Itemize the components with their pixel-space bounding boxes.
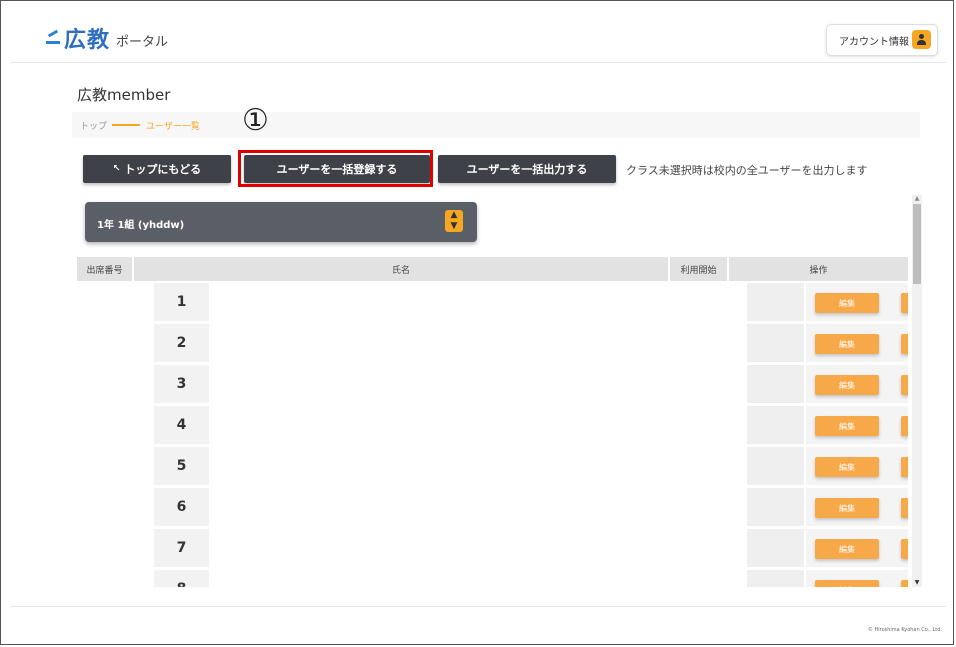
class-select[interactable]: 1年 1組 (yhddw) ▲ ▼ <box>85 202 477 242</box>
sort-icon[interactable]: ▲ ▼ <box>445 210 463 232</box>
cell-start <box>747 570 804 587</box>
highlight-box <box>238 150 433 187</box>
password-button[interactable]: パスワード <box>901 580 908 587</box>
cell-start <box>747 283 804 321</box>
breadcrumb: トップ ユーザー一覧 <box>72 112 920 138</box>
bulk-export-button[interactable]: ユーザーを一括出力する <box>438 155 616 183</box>
cell-number: 8 <box>154 570 209 587</box>
cell-operations: 編集 パスワード <box>806 529 908 567</box>
cell-number: 5 <box>154 447 209 485</box>
cell-name <box>211 283 745 321</box>
cell-operations: 編集 パスワード <box>806 488 908 526</box>
copyright: © Hiroshima Kyohan Co., Ltd. <box>867 627 942 633</box>
password-button[interactable]: パスワード <box>901 334 908 354</box>
account-label: アカウント情報 <box>839 37 909 48</box>
cell-start <box>747 447 804 485</box>
password-button[interactable]: パスワード <box>901 539 908 559</box>
column-header-start: 利用開始 <box>670 257 727 281</box>
breadcrumb-current: ユーザー一覧 <box>146 122 200 132</box>
header: 広教 ポータル アカウント情報 <box>10 10 946 63</box>
table-body: 1編集パスワード2編集パスワード3編集パスワード4編集パスワード5編集パスワード… <box>77 283 908 587</box>
cell-name <box>211 570 745 587</box>
table-row: 7 編集 パスワード <box>154 529 908 567</box>
user-icon <box>912 30 931 49</box>
edit-button[interactable]: 編集 <box>815 457 879 477</box>
account-button[interactable]: アカウント情報 <box>826 24 938 56</box>
column-header-name: 氏名 <box>134 257 668 281</box>
password-button[interactable]: パスワード <box>901 498 908 518</box>
cell-number: 2 <box>154 324 209 362</box>
cell-operations: 編集 パスワード <box>806 283 908 321</box>
cell-number: 6 <box>154 488 209 526</box>
password-button[interactable]: パスワード <box>901 416 908 436</box>
edit-button[interactable]: 編集 <box>815 375 879 395</box>
password-button[interactable]: パスワード <box>901 293 908 313</box>
scroll-thumb[interactable] <box>913 204 921 284</box>
cell-start <box>747 324 804 362</box>
cell-operations: 編集 パスワード <box>806 324 908 362</box>
edit-button[interactable]: 編集 <box>815 416 879 436</box>
table-row: 5 編集 パスワード <box>154 447 908 485</box>
edit-button[interactable]: 編集 <box>815 498 879 518</box>
table-row: 1 編集 パスワード <box>154 283 908 321</box>
edit-button[interactable]: 編集 <box>815 293 879 313</box>
breadcrumb-top-link[interactable]: トップ <box>80 119 107 132</box>
logo-text: 広教 <box>64 28 111 53</box>
cell-number: 1 <box>154 283 209 321</box>
cell-start <box>747 365 804 403</box>
class-select-value: 1年 1組 (yhddw) <box>97 220 185 231</box>
column-header-operations: 操作 <box>729 257 908 281</box>
cell-name <box>211 529 745 567</box>
table-row: 6 編集 パスワード <box>154 488 908 526</box>
cell-number: 4 <box>154 406 209 444</box>
scroll-up-icon[interactable]: ▲ <box>912 195 922 203</box>
table-row: 2 編集 パスワード <box>154 324 908 362</box>
cell-name <box>211 447 745 485</box>
scroll-down-icon[interactable]: ▼ <box>912 579 922 587</box>
cell-operations: 編集 パスワード <box>806 365 908 403</box>
logo-mark-icon <box>46 28 62 48</box>
edit-button[interactable]: 編集 <box>815 580 879 587</box>
breadcrumb-separator <box>112 124 140 126</box>
cell-name <box>211 406 745 444</box>
logo[interactable]: 広教 ポータル <box>46 22 168 54</box>
cell-start <box>747 406 804 444</box>
cell-name <box>211 488 745 526</box>
arrow-back-icon: ↖ <box>112 164 121 174</box>
footer-divider <box>10 606 946 607</box>
cell-start <box>747 488 804 526</box>
cell-name <box>211 365 745 403</box>
cell-number: 7 <box>154 529 209 567</box>
annotation-marker: ① <box>242 103 269 138</box>
bulk-export-label: ユーザーを一括出力する <box>466 163 588 176</box>
table-row: 8 編集 パスワード <box>154 570 908 587</box>
cell-start <box>747 529 804 567</box>
table-scrollbar[interactable]: ▲ ▼ <box>912 195 922 587</box>
table-row: 3 編集 パスワード <box>154 365 908 403</box>
export-note: クラス未選択時は校内の全ユーザーを出力します <box>626 164 868 177</box>
edit-button[interactable]: 編集 <box>815 334 879 354</box>
column-header-number: 出席番号 <box>77 257 132 281</box>
cell-operations: 編集 パスワード <box>806 570 908 587</box>
edit-button[interactable]: 編集 <box>815 539 879 559</box>
logo-subtitle: ポータル <box>116 34 169 50</box>
password-button[interactable]: パスワード <box>901 375 908 395</box>
back-button-label: トップにもどる <box>124 163 202 176</box>
table-row: 4 編集 パスワード <box>154 406 908 444</box>
cell-operations: 編集 パスワード <box>806 447 908 485</box>
back-to-top-button[interactable]: ↖ トップにもどる <box>83 155 231 183</box>
cell-number: 3 <box>154 365 209 403</box>
page-title: 広教member <box>77 86 171 104</box>
cell-name <box>211 324 745 362</box>
cell-operations: 編集 パスワード <box>806 406 908 444</box>
password-button[interactable]: パスワード <box>901 457 908 477</box>
